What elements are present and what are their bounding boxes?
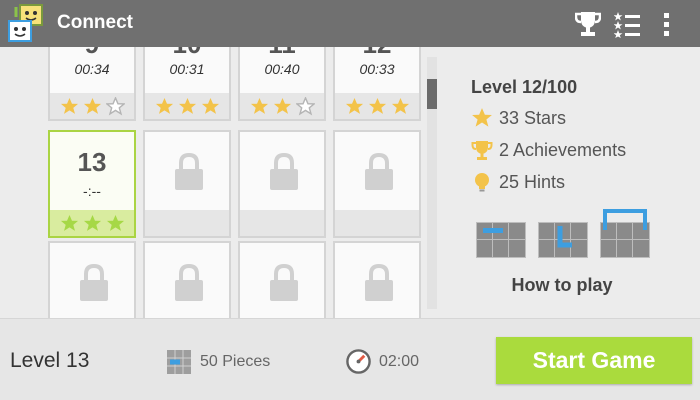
lightbulb-icon [475, 173, 489, 192]
star-empty-icon [295, 96, 315, 116]
level-tile-locked[interactable] [143, 241, 231, 319]
level-stars [145, 93, 229, 119]
level-number: 10 [145, 47, 229, 60]
how-to-play-link[interactable]: How to play [470, 275, 654, 296]
star-empty-icon [105, 96, 125, 116]
level-tile-locked[interactable] [48, 241, 136, 319]
level-tile-10[interactable]: 10 00:31 [143, 47, 231, 121]
level-info-panel: Level 12/100 33 Stars 2 Achievements 25 … [471, 77, 691, 194]
scrollbar-thumb[interactable] [427, 79, 437, 109]
star-icon [83, 214, 101, 231]
overflow-menu-icon[interactable] [658, 10, 676, 38]
level-grid[interactable]: 9 00:34 10 00:31 11 00:40 12 00:33 [0, 47, 440, 319]
level-progress: Level 12/100 [471, 77, 578, 97]
level-tile-locked[interactable] [238, 130, 326, 238]
tile-footer [145, 210, 229, 236]
level-tile-locked[interactable] [143, 130, 231, 238]
app-bar: Connect [0, 0, 700, 47]
star-icon [250, 97, 268, 114]
star-icon [60, 97, 78, 114]
app-title: Connect [57, 12, 133, 33]
level-tile-locked[interactable] [333, 241, 421, 319]
selected-level: Level 13 [10, 349, 90, 372]
trophy-icon [471, 141, 493, 160]
level-tile-11[interactable]: 11 00:40 [238, 47, 326, 121]
level-number: 12 [335, 47, 419, 60]
star-icon [155, 97, 173, 114]
achievements-count: 2 Achievements [499, 139, 627, 160]
level-time: -:-- [83, 183, 101, 199]
stars-count: 33 Stars [499, 107, 567, 128]
trophy-icon[interactable] [575, 10, 601, 38]
lock-icon [365, 263, 393, 301]
star-icon [106, 214, 124, 231]
hints-stat: 25 Hints [471, 170, 691, 194]
lock-icon [270, 263, 298, 301]
time-limit: 02:00 [379, 352, 420, 370]
pieces-icon [167, 350, 191, 374]
how-to-play-illustration[interactable] [474, 208, 654, 260]
stars-stat: 33 Stars [471, 106, 691, 130]
level-grid-scrollbar[interactable] [427, 57, 437, 309]
level-stars [240, 93, 324, 119]
level-number: 11 [240, 47, 324, 60]
app-logo-icon [8, 4, 43, 42]
level-stars [50, 210, 134, 236]
pieces-info: 50 Pieces [167, 350, 270, 374]
star-icon [201, 97, 219, 114]
level-tile-locked[interactable] [238, 241, 326, 319]
bottom-bar: Level 13 50 Pieces 02:00 Start Game [0, 318, 700, 400]
lock-icon [175, 263, 203, 301]
star-icon [273, 97, 291, 114]
level-stars [50, 93, 134, 119]
time-info: 02:00 [345, 348, 419, 375]
tile-footer [335, 210, 419, 236]
level-tile-13[interactable]: 13 -:-- [48, 130, 136, 238]
level-number: 9 [50, 47, 134, 60]
star-icon [368, 97, 386, 114]
lock-icon [365, 152, 393, 190]
tile-footer [240, 210, 324, 236]
level-stars [335, 93, 419, 119]
pieces-count: 50 Pieces [200, 353, 271, 370]
achievements-stat: 2 Achievements [471, 138, 691, 162]
level-tile-9[interactable]: 9 00:34 [48, 47, 136, 121]
stopwatch-icon [346, 349, 371, 374]
hints-count: 25 Hints [499, 171, 566, 192]
level-time: 00:40 [264, 61, 300, 77]
star-icon [472, 108, 492, 127]
level-time: 00:34 [74, 61, 110, 77]
leaderboard-icon[interactable] [614, 10, 640, 38]
level-tile-locked[interactable] [333, 130, 421, 238]
level-time: 00:33 [359, 61, 395, 77]
start-game-button[interactable]: Start Game [496, 337, 692, 384]
star-icon [178, 97, 196, 114]
lock-icon [270, 152, 298, 190]
level-number: 13 [77, 147, 107, 177]
star-icon [345, 97, 363, 114]
star-icon [391, 97, 409, 114]
star-icon [83, 97, 101, 114]
lock-icon [80, 263, 108, 301]
lock-icon [175, 152, 203, 190]
star-icon [60, 214, 78, 231]
level-time: 00:31 [169, 61, 205, 77]
level-tile-12[interactable]: 12 00:33 [333, 47, 421, 121]
